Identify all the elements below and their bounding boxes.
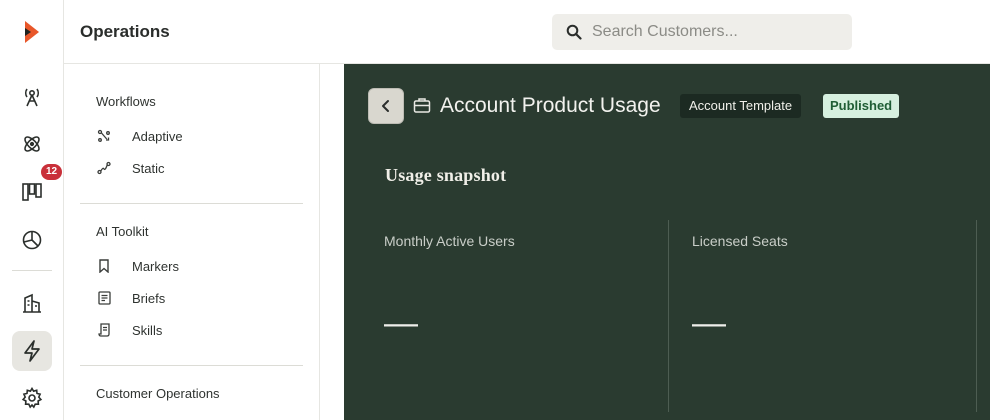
bookmark-icon (96, 258, 112, 274)
section-divider (80, 365, 303, 366)
nav-item-label: Markers (132, 258, 179, 274)
app-title: Operations (80, 22, 170, 41)
section-title-ai-toolkit: AI Toolkit (96, 224, 149, 239)
scroll-icon (96, 322, 112, 338)
search-icon (566, 24, 582, 40)
nav-item-label: Adaptive (132, 128, 183, 144)
document-icon (96, 290, 112, 306)
nav-item-label: Briefs (132, 290, 166, 306)
section-divider (80, 203, 303, 204)
main-panel: Account Product Usage Account Template P… (344, 64, 990, 420)
briefcase-icon (413, 97, 431, 119)
metric-label: Licensed Seats (692, 233, 788, 249)
metric-value: — (692, 304, 726, 342)
nav-item-label: Static (132, 160, 165, 176)
broadcast-tower-icon[interactable] (12, 76, 52, 116)
template-badge: Account Template (680, 94, 802, 118)
status-badge: Published (823, 94, 900, 118)
rail-divider (12, 270, 52, 271)
page-title: Account Product Usage (440, 94, 661, 117)
atom-icon[interactable] (12, 124, 52, 164)
nav-item-label: Skills (132, 322, 163, 338)
adaptive-icon (96, 128, 112, 144)
nav-item-skills[interactable]: Skills (96, 319, 162, 341)
back-button[interactable] (368, 88, 404, 124)
section-title-workflows: Workflows (96, 94, 156, 109)
chevron-left-icon (382, 100, 389, 112)
building-icon[interactable] (12, 283, 52, 323)
nav-item-adaptive[interactable]: Adaptive (96, 125, 183, 147)
section-heading: Usage snapshot (385, 165, 507, 185)
section-title-customer-operations: Customer Operations (96, 386, 220, 401)
search-input[interactable] (592, 14, 842, 50)
metric-card: Licensed Seats — (692, 220, 976, 412)
metric-label: Monthly Active Users (384, 233, 515, 249)
lightning-icon[interactable] (12, 331, 52, 371)
secondary-nav: Workflows Adaptive Static AI Toolkit Mar… (64, 64, 320, 420)
gear-icon[interactable] (12, 378, 52, 418)
metric-value: — (384, 304, 418, 342)
metric-divider (976, 220, 977, 412)
metric-divider (668, 220, 669, 412)
logo-icon[interactable] (12, 12, 52, 52)
search-box[interactable] (552, 14, 852, 50)
pie-chart-icon[interactable] (12, 220, 52, 260)
nav-item-markers[interactable]: Markers (96, 255, 179, 277)
static-path-icon (96, 160, 112, 176)
top-bar: Operations (64, 0, 990, 64)
notification-badge: 12 (41, 164, 62, 180)
icon-rail: 12 (0, 0, 64, 420)
metric-card: Monthly Active Users — (384, 220, 668, 412)
nav-item-briefs[interactable]: Briefs (96, 287, 165, 309)
nav-item-static[interactable]: Static (96, 157, 165, 179)
